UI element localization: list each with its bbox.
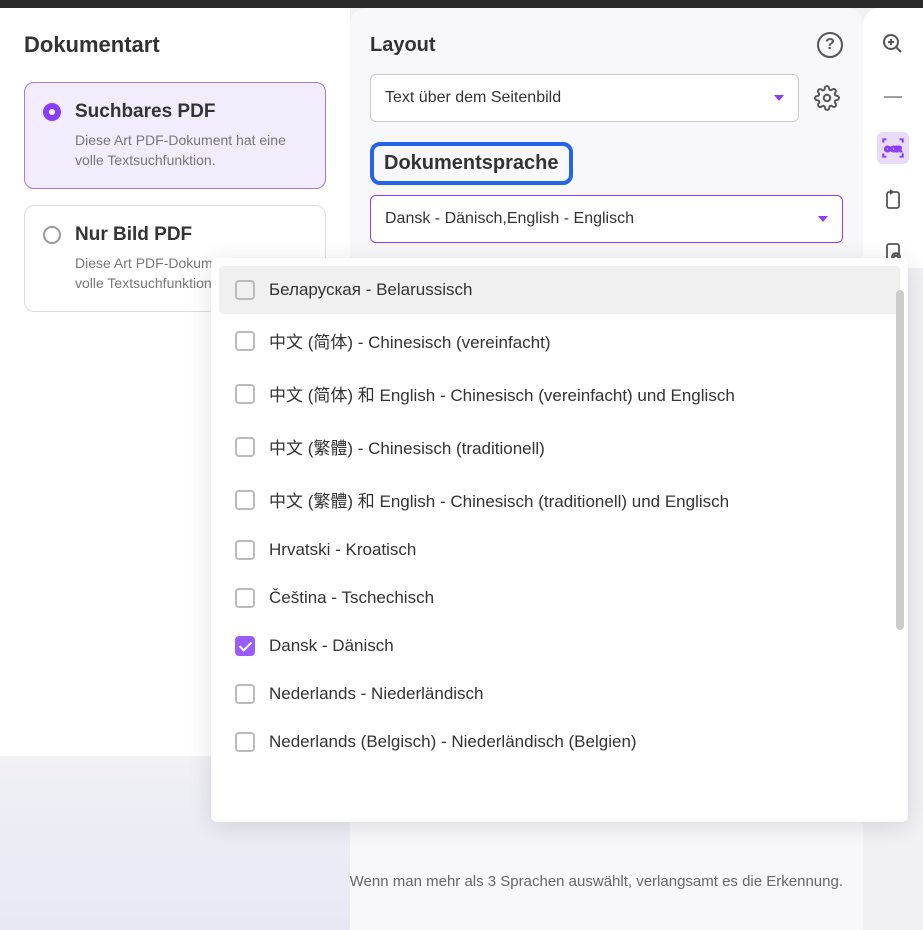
- checkbox-icon: [235, 540, 255, 560]
- checkbox-icon: [235, 280, 255, 300]
- language-label: 中文 (简体) - Chinesisch (vereinfacht): [269, 328, 551, 353]
- language-dropdown: Беларуская - Belarussisch 中文 (简体) - Chin…: [211, 258, 908, 822]
- language-option[interactable]: 中文 (繁體) - Chinesisch (traditionell): [219, 420, 900, 473]
- language-option[interactable]: 中文 (繁體) 和 English - Chinesisch (traditio…: [219, 473, 900, 526]
- checkbox-icon: [235, 384, 255, 404]
- gear-icon: [814, 85, 840, 111]
- layout-label: Layout: [370, 34, 436, 57]
- language-label: Беларуская - Belarussisch: [269, 280, 472, 300]
- checkbox-icon: [235, 437, 255, 457]
- card-desc: Diese Art PDF-Dokument hat eine volle Te…: [75, 131, 307, 170]
- minimize-icon[interactable]: —: [877, 80, 909, 112]
- language-option[interactable]: Hrvatski - Kroatisch: [219, 526, 900, 574]
- doc-type-card[interactable]: Suchbares PDF Diese Art PDF-Dokument hat…: [24, 82, 326, 189]
- checkbox-icon: [235, 490, 255, 510]
- radio-icon: [43, 103, 61, 121]
- zoom-icon[interactable]: [877, 28, 909, 60]
- language-list[interactable]: Беларуская - Belarussisch 中文 (简体) - Chin…: [211, 258, 908, 822]
- document-type-heading: Dokumentart: [24, 32, 326, 58]
- language-option[interactable]: Беларуская - Belarussisch: [219, 266, 900, 314]
- language-label: 中文 (繁體) - Chinesisch (traditionell): [269, 434, 545, 459]
- chevron-down-icon: [774, 95, 784, 101]
- document-language-label: Dokumentsprache: [384, 152, 559, 174]
- chevron-down-icon: [818, 216, 828, 222]
- side-toolbar: — OCR: [863, 8, 923, 268]
- svg-text:OCR: OCR: [885, 144, 902, 153]
- language-option[interactable]: 中文 (简体) - Chinesisch (vereinfacht): [219, 314, 900, 367]
- language-label: Dansk - Dänisch: [269, 636, 394, 656]
- checkbox-icon: [235, 588, 255, 608]
- layout-select-value: Text über dem Seitenbild: [385, 89, 561, 107]
- language-label: 中文 (简体) 和 English - Chinesisch (vereinfa…: [269, 381, 735, 406]
- settings-button[interactable]: [811, 82, 843, 114]
- checkbox-icon: [235, 636, 255, 656]
- card-title: Suchbares PDF: [75, 101, 307, 123]
- language-option[interactable]: 中文 (简体) 和 English - Chinesisch (vereinfa…: [219, 367, 900, 420]
- scrollbar[interactable]: [896, 290, 904, 630]
- checkbox-icon: [235, 684, 255, 704]
- language-label: 中文 (繁體) 和 English - Chinesisch (traditio…: [269, 487, 729, 512]
- layout-select[interactable]: Text über dem Seitenbild: [370, 74, 799, 122]
- card-title: Nur Bild PDF: [75, 224, 307, 246]
- ocr-icon[interactable]: OCR: [877, 132, 909, 164]
- language-warning: Wenn man mehr als 3 Sprachen auswählt, v…: [350, 873, 843, 890]
- checkbox-icon: [235, 331, 255, 351]
- document-language-label-highlight: Dokumentsprache: [370, 142, 573, 185]
- language-select[interactable]: Dansk - Dänisch,English - Englisch: [370, 195, 843, 243]
- checkbox-icon: [235, 732, 255, 752]
- help-icon[interactable]: ?: [817, 32, 843, 58]
- language-option[interactable]: Dansk - Dänisch: [219, 622, 900, 670]
- language-label: Nederlands - Niederländisch: [269, 684, 484, 704]
- language-option[interactable]: Nederlands - Niederländisch: [219, 670, 900, 718]
- language-label: Nederlands (Belgisch) - Niederländisch (…: [269, 732, 637, 752]
- language-label: Čeština - Tschechisch: [269, 588, 434, 608]
- radio-icon: [43, 226, 61, 244]
- rotate-icon[interactable]: [877, 184, 909, 216]
- language-option[interactable]: Čeština - Tschechisch: [219, 574, 900, 622]
- language-label: Hrvatski - Kroatisch: [269, 540, 416, 560]
- window-titlebar: [0, 0, 923, 8]
- language-option[interactable]: Nederlands (Belgisch) - Niederländisch (…: [219, 718, 900, 766]
- language-select-value: Dansk - Dänisch,English - Englisch: [385, 210, 634, 228]
